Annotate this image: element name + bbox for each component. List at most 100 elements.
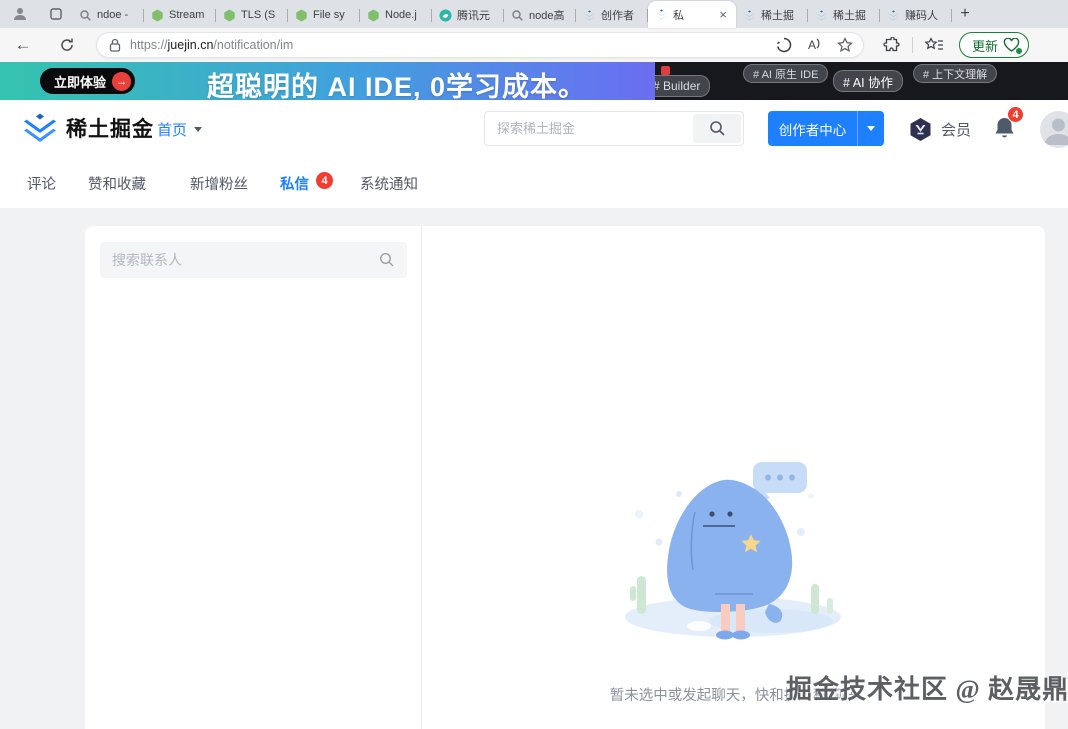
favorites-bar-button[interactable] (925, 37, 944, 53)
tab-title: 创作者 (601, 7, 641, 23)
browser-tab[interactable]: node高 (504, 2, 576, 28)
split-screen-button[interactable] (776, 37, 792, 53)
site-header: 稀土掘金 首页 创作者中心 会员 4 (0, 100, 1068, 157)
site-search-input[interactable] (485, 121, 693, 136)
toolbar-divider (912, 37, 913, 53)
creator-center-button[interactable]: 创作者中心 (768, 111, 884, 146)
new-tab-button[interactable]: + (952, 1, 978, 27)
tab-comments[interactable]: 评论 (27, 173, 56, 194)
logo-text: 稀土掘金 (66, 113, 154, 143)
nav-home-label: 首页 (157, 119, 187, 140)
health-heart-icon (1003, 38, 1020, 53)
banner-tag: # 上下文理解 (913, 64, 997, 83)
juejin-logo-icon (22, 112, 58, 143)
update-label: 更新 (972, 36, 998, 55)
tab-title: 稀土掘 (833, 7, 873, 23)
banner-tag: # AI 协作 (833, 70, 903, 92)
tab-private-messages[interactable]: 私信 4 (280, 173, 309, 194)
banner-cta-button[interactable]: 立即体验 → (40, 68, 135, 94)
star-icon (837, 37, 853, 53)
close-icon[interactable]: × (717, 8, 729, 21)
search-icon (709, 120, 726, 137)
browser-tab[interactable]: 稀土掘 (736, 2, 808, 28)
tab-system-notices[interactable]: 系统通知 (360, 173, 418, 194)
browser-tab[interactable]: Node.j (360, 2, 432, 28)
tab-title: ndoe - (97, 9, 137, 21)
favorite-button[interactable] (837, 37, 853, 53)
back-button[interactable]: ← (8, 31, 38, 59)
extensions-button[interactable] (883, 37, 900, 54)
browser-tab[interactable]: 赚码人 (880, 2, 952, 28)
browser-tab[interactable]: File sy (288, 2, 360, 28)
banner-headline: 超聪明的 AI IDE, 0学习成本。 (207, 65, 586, 104)
cta-label: 立即体验 (54, 72, 106, 91)
browser-profile-button[interactable] (6, 2, 34, 26)
browser-tab[interactable]: 腾讯元 (432, 2, 504, 28)
nodejs-icon (367, 9, 380, 22)
url-path: /notification/im (213, 38, 293, 52)
reload-button[interactable] (52, 31, 82, 59)
notification-badge: 4 (1007, 106, 1024, 123)
nodejs-icon (295, 9, 308, 22)
contact-search (100, 242, 407, 278)
creator-dropdown-button[interactable] (858, 126, 884, 131)
site-search-button[interactable] (693, 114, 741, 143)
browser-tab[interactable]: TLS (S (216, 2, 288, 28)
tab-title: node高 (529, 7, 569, 23)
banner-tag: # AI 原生 IDE (743, 64, 828, 83)
watermark: 掘金技术社区 @ 赵晟鼎 (786, 669, 1068, 706)
nodejs-icon (151, 9, 164, 22)
search-icon (379, 252, 395, 268)
toolbar-right-group: 更新 (876, 32, 1029, 58)
vip-entry[interactable]: 会员 (908, 117, 971, 142)
im-panel: 暂未选中或发起聊天，快和掘友私聊吧 (85, 226, 1045, 729)
browser-tab[interactable]: 稀土掘 (808, 2, 880, 28)
tab-title: File sy (313, 9, 353, 21)
notification-bell[interactable]: 4 (993, 116, 1016, 140)
browser-toolbar: ← https://juejin.cn/notification/im A 更新 (0, 28, 1068, 62)
star-list-icon (925, 37, 944, 53)
juejin-icon (887, 9, 900, 22)
juejin-icon (655, 8, 668, 21)
arrow-right-icon: → (112, 72, 131, 91)
tab-new-followers[interactable]: 新增粉丝 (190, 173, 248, 194)
avatar[interactable] (1040, 111, 1068, 148)
tab-title: 赚码人 (905, 7, 945, 23)
url-host: juejin.cn (168, 38, 214, 52)
nav-home[interactable]: 首页 (157, 119, 202, 140)
page-icon (49, 7, 63, 21)
tab-likes-collections[interactable]: 赞和收藏 (88, 173, 146, 194)
read-aloud-icon: A (808, 38, 816, 52)
search-icon (511, 9, 524, 22)
browser-tab-active[interactable]: 私 × (648, 1, 736, 28)
search-icon (79, 9, 92, 22)
juejin-icon (583, 9, 596, 22)
vip-label: 会员 (941, 119, 971, 140)
promo-banner[interactable]: 立即体验 → 超聪明的 AI IDE, 0学习成本。 # Builder # A… (0, 62, 1068, 100)
creator-center-label: 创作者中心 (768, 119, 857, 139)
browser-update-button[interactable]: 更新 (959, 32, 1029, 58)
contact-search-input[interactable] (100, 252, 379, 268)
vip-badge-icon (908, 117, 933, 142)
chevron-down-icon (194, 127, 202, 132)
juejin-icon (743, 9, 756, 22)
juejin-logo[interactable]: 稀土掘金 (22, 112, 154, 143)
empty-state-illustration (603, 454, 863, 649)
browser-tab[interactable]: Stream (144, 2, 216, 28)
tencent-icon (439, 9, 452, 22)
swirl-icon (776, 37, 792, 53)
browser-tab[interactable]: 创作者 (576, 2, 648, 28)
address-bar[interactable]: https://juejin.cn/notification/im A (96, 32, 864, 58)
url-text: https://juejin.cn/notification/im (130, 38, 760, 52)
browser-tab[interactable]: ndoe - (72, 2, 144, 28)
browser-tab-strip: ndoe - Stream TLS (S File sy Node.j 腾讯元 … (0, 0, 1068, 28)
banner-ide-preview: # Builder # AI 原生 IDE # AI 协作 # 上下文理解 (655, 62, 1068, 100)
read-aloud-button[interactable]: A (808, 38, 821, 52)
main-content: 暂未选中或发起聊天，快和掘友私聊吧 (0, 208, 1068, 729)
reload-icon (59, 37, 75, 53)
puzzle-icon (883, 37, 900, 54)
tab-title: 稀土掘 (761, 7, 801, 23)
ide-logo-icon (661, 66, 670, 75)
tab-actions-button[interactable] (42, 2, 70, 26)
profile-icon (12, 6, 28, 22)
